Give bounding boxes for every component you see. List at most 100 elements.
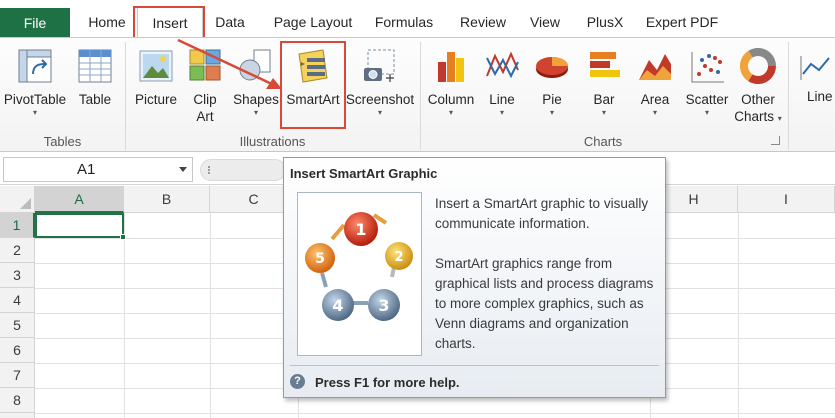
tab-data[interactable]: Data [207,6,253,38]
row-header-9[interactable]: 9 [0,413,35,418]
active-cell-a1[interactable] [35,213,126,240]
row-header-1[interactable]: 1 [0,213,35,238]
scatter-chart-label: Scatter [685,92,729,107]
row-header-8[interactable]: 8 [0,388,35,413]
group-separator [788,42,789,150]
tab-formulas[interactable]: Formulas [368,6,440,38]
tooltip-title: Insert SmartArt Graphic [290,166,438,181]
table-icon [78,49,112,83]
row-header-2[interactable]: 2 [0,238,35,263]
pivottable-label: PivotTable [3,92,67,107]
clip-art-label-1: Clip [193,92,217,107]
chevron-down-icon: ▾ [377,108,382,117]
clip-art-icon [189,49,221,81]
tooltip-divider [290,365,659,366]
column-chart-icon [438,52,464,82]
tooltip-description-1: Insert a SmartArt graphic to visually co… [435,196,649,231]
chevron-down-icon: ▾ [499,108,504,117]
ribbon-tab-bar: File Home Insert Data Page Layout Formul… [0,0,835,41]
illustrations-group-label: Illustrations [239,134,306,149]
column-header-b[interactable]: B [124,186,210,213]
cycle-number-5: 5 [315,251,325,267]
screenshot-label: Screenshot [345,92,415,107]
row-header-6[interactable]: 6 [0,338,35,363]
tooltip-help-text: Press F1 for more help. [315,375,460,390]
formula-bar-resize-grip[interactable] [200,159,286,181]
tab-plusx[interactable]: PlusX [580,6,630,38]
area-chart-button[interactable]: Area ▾ [633,44,677,118]
name-box[interactable]: A1 [3,157,193,182]
tab-review[interactable]: Review [455,6,511,38]
smartart-label: SmartArt [286,92,340,107]
dialog-launcher-icon[interactable] [771,136,780,145]
tab-page-layout[interactable]: Page Layout [265,6,361,38]
clip-art-label-2: Art [196,109,214,124]
grid-line [35,413,835,414]
cycle-number-1: 1 [355,220,366,239]
screenshot-button[interactable]: Screenshot ▾ [344,44,416,118]
chevron-down-icon: ▾ [32,108,37,117]
chevron-down-icon: ▾ [777,114,782,123]
bar-chart-button[interactable]: Bar ▾ [582,44,626,118]
select-all-corner[interactable] [0,186,35,213]
line-chart-icon [486,51,519,79]
shapes-icon [239,49,271,81]
pivottable-icon [18,49,52,83]
chevron-down-icon: ▾ [601,108,606,117]
other-charts-label-2: Charts [734,109,774,124]
row-header-3[interactable]: 3 [0,263,35,288]
scatter-chart-icon [691,52,724,83]
pivottable-button[interactable]: PivotTable ▾ [3,44,67,118]
doughnut-chart-icon [740,48,776,84]
row-header-7[interactable]: 7 [0,363,35,388]
smartart-tooltip: Insert SmartArt Graphic 1 2 3 4 5 Insert… [283,157,666,398]
row-header-5[interactable]: 5 [0,313,35,338]
smartart-button[interactable]: SmartArt [282,44,344,108]
column-chart-button[interactable]: Column ▾ [423,44,479,118]
cycle-number-2: 2 [394,250,403,265]
sparkline-line-label: Line [807,89,833,104]
tooltip-description-2: SmartArt graphics range from graphical l… [435,256,654,351]
line-chart-label: Line [489,92,515,107]
excel-window: File Home Insert Data Page Layout Formul… [0,0,835,418]
other-charts-label-1: Other [741,92,775,107]
smartart-icon [298,49,328,83]
chevron-down-icon: ▾ [652,108,657,117]
help-icon: ? [290,374,305,389]
column-header-i[interactable]: I [738,186,835,213]
smartart-preview-image: 1 2 3 4 5 [297,192,422,356]
table-button[interactable]: Table [72,44,118,108]
tab-insert[interactable]: Insert [137,6,203,38]
shapes-button[interactable]: Shapes ▾ [230,44,282,118]
smartart-cycle-graphic: 1 2 3 4 5 [305,212,413,321]
chevron-down-icon: ▾ [549,108,554,117]
area-chart-icon [639,54,671,80]
scatter-chart-button[interactable]: Scatter ▾ [682,44,732,118]
tab-file[interactable]: File [0,8,70,38]
picture-icon [139,50,173,82]
sparkline-line-button[interactable]: Line [795,44,835,105]
column-header-a[interactable]: A [35,186,124,213]
table-label: Table [78,92,112,107]
picture-button[interactable]: Picture [130,44,182,108]
pie-chart-icon [536,57,568,78]
ribbon: PivotTable ▾ Table Tables Picture Clip A… [0,37,835,152]
chevron-down-icon: ▾ [253,108,258,117]
picture-label: Picture [134,92,178,107]
row-header-4[interactable]: 4 [0,288,35,313]
tab-expert-pdf[interactable]: Expert PDF [640,6,724,38]
tab-home[interactable]: Home [80,6,134,38]
line-chart-button[interactable]: Line ▾ [481,44,523,118]
clip-art-button[interactable]: Clip Art [184,44,226,125]
cycle-number-3: 3 [378,296,389,315]
charts-group-label: Charts [583,134,623,149]
shapes-label: Shapes [233,92,279,107]
screenshot-icon [364,49,395,82]
pie-chart-button[interactable]: Pie ▾ [530,44,574,118]
name-box-value: A1 [77,161,96,178]
other-charts-button[interactable]: Other Charts ▾ [733,44,783,127]
column-chart-label: Column [427,92,475,107]
sparkline-line-icon [800,56,830,80]
tab-view[interactable]: View [523,6,567,38]
fill-handle[interactable] [120,234,126,240]
